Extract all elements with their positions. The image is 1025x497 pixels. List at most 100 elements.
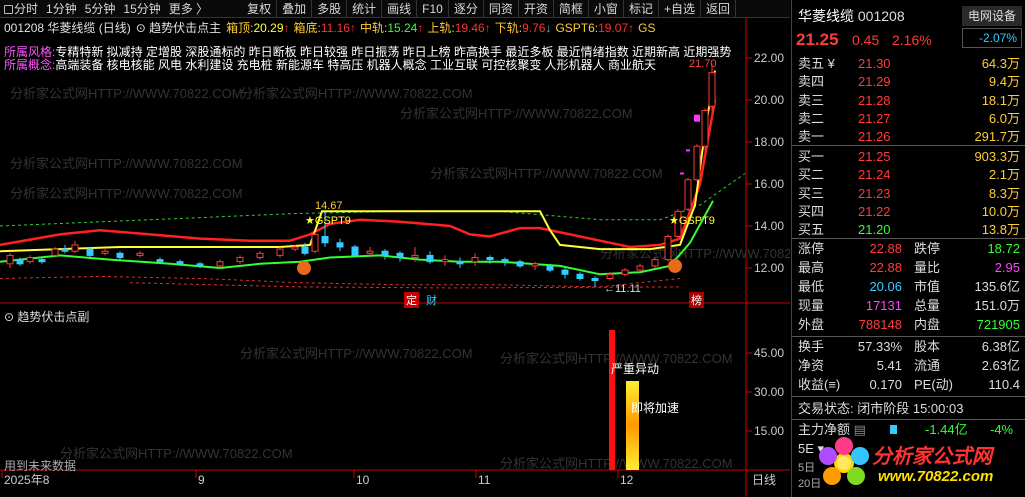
toolbar-button-13[interactable]: 返回	[701, 0, 736, 18]
stat-value: 2.95	[994, 260, 1020, 275]
arrow-up-icon: ↑	[283, 21, 290, 35]
sub-indicator-title[interactable]: ⊙ 趋势伏击点副	[4, 308, 89, 325]
toolbar-button-10[interactable]: 小窗	[589, 0, 624, 18]
trade-status: 交易状态: 闭市阶段 15:00:03	[798, 401, 964, 416]
sector-change-pct[interactable]: -2.07%	[962, 28, 1022, 48]
indicator-name[interactable]: ⊙ 趋势伏击点主	[136, 21, 221, 36]
app-window: 分时 1分钟 5分钟 15分钟 更多 〉 复权 叠加 多股 统计 画线 F10 逐分 同资 开资 简框 小窗标…	[0, 0, 1025, 497]
stat-key: 总量	[914, 298, 941, 313]
metric-label: 下轨:	[494, 21, 523, 35]
toolbar-button-4[interactable]: 画线	[382, 0, 418, 18]
bid-price: 21.20	[858, 222, 891, 238]
toolbar-button-7[interactable]: 同资	[484, 0, 519, 18]
stat-value: 5.41	[876, 358, 902, 373]
stat-key: 涨停	[798, 241, 825, 256]
bid-row[interactable]: 买五 21.20 13.8万	[792, 221, 1025, 238]
candle-body	[708, 72, 716, 107]
ask-row[interactable]: 卖一 21.26 291.7万	[792, 128, 1025, 145]
stat-key: 最高	[798, 260, 825, 275]
bid-row[interactable]: 买一 21.25 903.3万	[792, 148, 1025, 165]
period-tab-0[interactable]: 分时	[0, 0, 42, 18]
toolbar-button-5[interactable]: F10	[417, 0, 449, 18]
sector-tag[interactable]: 电网设备	[962, 6, 1022, 26]
anomaly-bar	[609, 330, 615, 470]
candle-body	[336, 242, 344, 248]
ask-row[interactable]: 卖四 21.29 9.4万	[792, 73, 1025, 90]
metric-label: 中轨:	[359, 21, 388, 35]
candle-body	[351, 246, 359, 256]
chart-canvas[interactable]: 22.00 20.00 18.00 16.00 14.00 12.00 45.00 30.00…	[0, 18, 790, 497]
stat-value: 2.63亿	[981, 358, 1020, 373]
ask-volume: 291.7万	[974, 129, 1020, 145]
candle-body	[136, 252, 144, 256]
period-tab-2[interactable]: 5分钟	[81, 0, 120, 18]
accelerate-label: 即将加速	[631, 401, 680, 415]
toolbar-button-6[interactable]: 逐分	[449, 0, 484, 18]
toolbar-button-0[interactable]: 复权	[242, 0, 278, 18]
candle-body	[116, 252, 124, 259]
ask-volume: 64.3万	[981, 56, 1020, 71]
ask-label: 卖二	[798, 110, 825, 126]
cai-marker[interactable]: 财	[426, 292, 437, 308]
candle-body	[441, 259, 449, 263]
toolbar-button-9[interactable]: 简框	[554, 0, 589, 18]
gspt-signal-right: ★GSPT9	[669, 215, 715, 227]
stat-value: 6.38亿	[981, 339, 1020, 354]
watermark-text: 分析家公式网HTTP://WWW.70822.COM	[60, 446, 293, 461]
bid-row[interactable]: 买二 21.24 2.1万	[792, 166, 1025, 183]
toolbar-button-3[interactable]: 统计	[347, 0, 383, 18]
ask-price: 21.28	[858, 92, 891, 108]
time-tick-label: 12	[620, 473, 634, 487]
candle-body	[651, 259, 659, 267]
severe-anomaly-label: 严重异动	[611, 362, 660, 376]
concept-tags: 高端装备 核电核能 风电 水利建设 充电桩 新能源车 特高压 机器人概念 工业互…	[55, 58, 657, 72]
candle-body	[501, 259, 509, 263]
arrow-up-icon: ↑	[417, 21, 424, 35]
candle-body	[301, 246, 309, 254]
ask-volume: 6.0万	[988, 110, 1020, 126]
candle-body	[693, 145, 701, 181]
stat-value: 22.88	[869, 260, 902, 275]
metric-6: GS	[638, 21, 655, 36]
stat-value: 57.33%	[857, 339, 902, 354]
bid-row[interactable]: 买三 21.23 8.3万	[792, 185, 1025, 202]
buy-signal-icon	[297, 261, 311, 275]
bid-volume: 13.8万	[981, 222, 1020, 238]
stat-key: 量比	[914, 260, 941, 275]
sub-tick-label: 45.00	[754, 346, 784, 360]
ask-row[interactable]: 卖三 21.28 18.1万	[792, 92, 1025, 109]
candle-body	[51, 248, 59, 256]
metric-2: 中轨:15.24↑	[360, 21, 423, 36]
high-price-label: 21.70	[689, 58, 717, 70]
candle-body	[561, 269, 569, 275]
toolbar-button-8[interactable]: 开资	[519, 0, 554, 18]
toolbar-button-11[interactable]: 标记	[624, 0, 659, 18]
bid-row[interactable]: 买四 21.22 10.0万	[792, 203, 1025, 220]
chart-header: 001208 华菱线缆 (日线) ⊙ 趋势伏击点主 箱顶:20.29↑ 箱底:11…	[4, 21, 656, 36]
kline-chart-area[interactable]: 22.00 20.00 18.00 16.00 14.00 12.00 45.00 30.00…	[0, 18, 790, 497]
toolbar-button-2[interactable]: 多股	[312, 0, 348, 18]
ding-marker[interactable]: 定	[404, 292, 419, 308]
price-change-pct: 2.16%	[892, 32, 932, 48]
candle-body	[61, 248, 69, 252]
indicator-label: 趋势伏击点主	[149, 21, 222, 35]
period-tab-1[interactable]: 1分钟	[42, 0, 81, 18]
ask-label: 卖四	[798, 74, 825, 90]
candle-body	[256, 252, 264, 259]
stat-key: 跌停	[914, 241, 941, 256]
magenta-marker	[694, 114, 700, 122]
ask-row[interactable]: 卖五 ¥ 21.30 64.3万	[792, 55, 1025, 72]
candle-body	[156, 259, 164, 263]
metric-label: GSPT6:	[555, 21, 599, 35]
candle-body	[516, 261, 524, 267]
toolbar-button-1[interactable]: 叠加	[277, 0, 313, 18]
period-tab-4[interactable]: 更多 〉	[165, 0, 212, 18]
bang-marker[interactable]: 榜	[689, 292, 704, 308]
stat-row: 现量	[798, 297, 824, 314]
ask-volume: 9.4万	[988, 74, 1020, 90]
candle-body	[6, 254, 14, 265]
stat-key: PE(动)	[914, 377, 954, 392]
period-tab-3[interactable]: 15分钟	[119, 0, 164, 18]
ask-row[interactable]: 卖二 21.27 6.0万	[792, 110, 1025, 127]
toolbar-button-12[interactable]: +自选	[659, 0, 701, 18]
